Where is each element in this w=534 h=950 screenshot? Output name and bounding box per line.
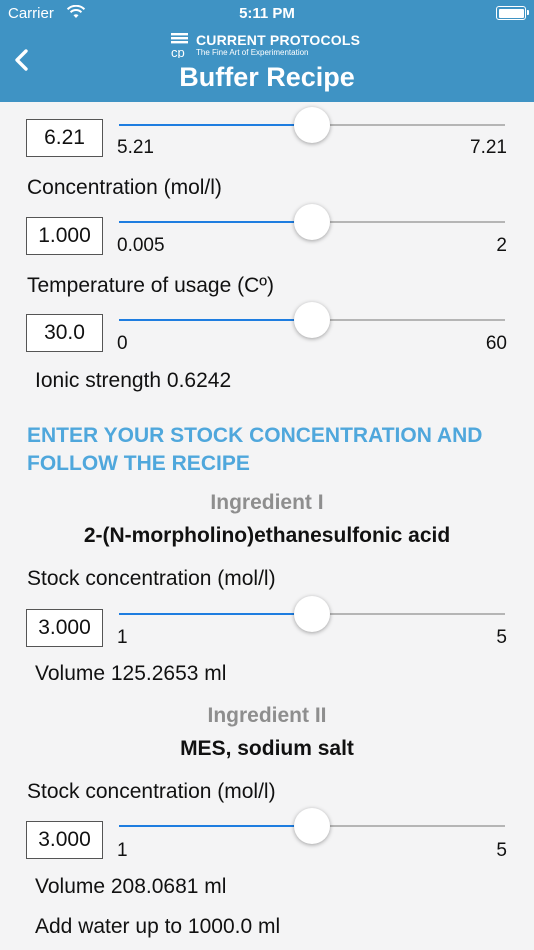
ingredient-1-stock-label: Stock concentration (mol/l)	[27, 567, 276, 590]
ingredient-1-stock-slider[interactable]	[119, 594, 505, 634]
ingredient-1-heading: Ingredient I	[210, 491, 324, 514]
ingredient-1-volume: Volume 125.2653 ml	[35, 662, 227, 685]
logo-tagline: The Fine Art of Experimentation	[196, 48, 309, 57]
logo-mark-icon: cp	[171, 33, 188, 58]
status-time: 5:11 PM	[239, 5, 295, 22]
slider-fill	[119, 124, 312, 126]
temperature-max-label: 60	[485, 333, 507, 354]
ingredient-2-max-label: 5	[496, 840, 507, 861]
slider-fill	[119, 613, 312, 615]
slider-fill	[119, 221, 312, 223]
temperature-min-label: 0	[117, 333, 128, 354]
ingredient-1-max-label: 5	[496, 627, 507, 648]
slider-thumb[interactable]	[294, 596, 330, 632]
stock-section-title: ENTER YOUR STOCK CONCENTRATION AND FOLLO…	[27, 424, 483, 475]
ph-min-label: 5.21	[117, 137, 154, 158]
ph-max-label: 7.21	[470, 137, 507, 158]
ingredient-2-name: MES, sodium salt	[180, 737, 354, 760]
ingredient-2-stock-slider[interactable]	[119, 806, 505, 846]
ingredient-2-stock-field[interactable]: 3.000	[26, 821, 103, 859]
status-bar: Carrier 5:11 PM	[0, 0, 534, 28]
ingredient-1-stock-field[interactable]: 3.000	[26, 609, 103, 647]
temperature-slider[interactable]	[119, 300, 505, 340]
battery-icon	[496, 6, 529, 20]
slider-fill	[119, 319, 312, 321]
concentration-min-label: 0.005	[117, 235, 165, 256]
temperature-value-field[interactable]: 30.0	[26, 314, 103, 352]
nav-bar: Carrier 5:11 PM cp CURRENT PROTOCOLS The…	[0, 0, 534, 102]
concentration-slider[interactable]	[119, 202, 505, 242]
logo-title: CURRENT PROTOCOLS	[196, 32, 361, 48]
ingredient-2-volume: Volume 208.0681 ml	[35, 875, 227, 898]
svg-text:cp: cp	[171, 45, 185, 58]
ph-slider[interactable]	[119, 105, 505, 145]
slider-fill	[119, 825, 312, 827]
slider-thumb[interactable]	[294, 204, 330, 240]
concentration-label: Concentration (mol/l)	[27, 176, 222, 199]
page-title: Buffer Recipe	[179, 62, 355, 92]
ionic-strength-text: Ionic strength 0.6242	[35, 369, 232, 392]
ph-value-field[interactable]: 6.21	[26, 119, 103, 157]
slider-thumb[interactable]	[294, 107, 330, 143]
ingredient-2-stock-label: Stock concentration (mol/l)	[27, 780, 276, 803]
ingredient-2-min-label: 1	[117, 840, 128, 861]
slider-thumb[interactable]	[294, 302, 330, 338]
temperature-label: Temperature of usage (Cº)	[27, 274, 274, 297]
concentration-max-label: 2	[496, 235, 507, 256]
ingredient-1-name: 2-(N-morpholino)ethanesulfonic acid	[83, 524, 451, 547]
ingredient-2-heading: Ingredient II	[207, 704, 327, 727]
ingredient-1-min-label: 1	[117, 627, 128, 648]
water-note: Add water up to 1000.0 ml	[35, 915, 281, 938]
slider-thumb[interactable]	[294, 808, 330, 844]
concentration-value-field[interactable]: 1.000	[26, 217, 103, 255]
